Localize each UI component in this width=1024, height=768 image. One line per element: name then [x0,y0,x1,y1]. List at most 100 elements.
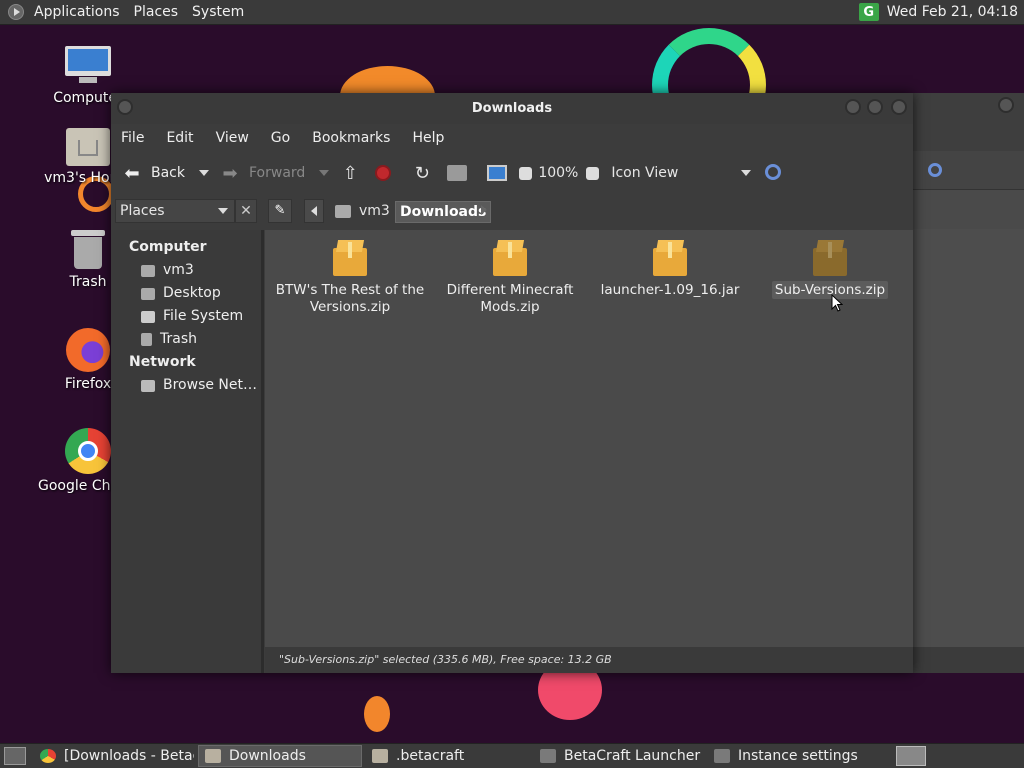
package-icon [333,240,367,276]
breadcrumb-label: vm3 [359,203,390,219]
edit-location-button[interactable]: ✎ [268,199,292,223]
taskbar-item[interactable]: BetaCraft Launcher … [534,745,704,767]
close-button[interactable] [891,99,907,115]
sidebar-section-computer: Computer [129,239,207,255]
bottom-taskbar: [Downloads - Betac… Downloads .betacraft… [0,743,1024,768]
file-name: Sub-Versions.zip [771,281,889,299]
taskbar-item-label: [Downloads - Betac… [64,748,194,764]
drive-icon [141,310,155,323]
clock-area: G Wed Feb 21, 04:18 [858,0,1018,24]
taskbar-item[interactable]: [Downloads - Betac… [34,745,194,767]
sidebar-item-vm3[interactable]: vm3 [111,259,261,282]
sidebar-item-label: Desktop [163,285,221,301]
sidebar-item-label: Trash [160,331,197,347]
sidebar-section-network: Network [129,354,196,370]
back-button[interactable]: ⬅ Back [121,162,185,184]
reload-icon[interactable]: ↻ [411,162,433,184]
sidebar-item-desktop[interactable]: Desktop [111,282,261,305]
breadcrumb-scroll-left-button[interactable] [304,199,324,223]
file-item-selected[interactable]: Sub-Versions.zip [750,232,910,299]
chrome-icon [40,749,56,763]
taskbar-item-label: .betacraft [396,748,465,764]
breadcrumb-scroll-right-button[interactable] [481,205,487,215]
menu-help[interactable]: Help [412,130,444,146]
forward-button[interactable]: ➡ Forward [219,162,305,184]
package-icon [493,240,527,276]
background-window-button[interactable] [998,97,1014,113]
folder-icon [372,749,388,763]
home-icon[interactable] [447,165,468,181]
places-menu[interactable]: Places [134,4,179,20]
computer-icon [65,46,111,86]
system-menu[interactable]: System [192,4,244,20]
taskbar-item[interactable]: Instance settings [708,745,872,767]
file-item[interactable]: BTW's The Rest of the Versions.zip [270,232,430,316]
package-icon [813,240,847,276]
taskbar-item-active[interactable]: Downloads [198,745,362,767]
background-window-body [900,229,1024,647]
view-mode-dropdown[interactable] [741,170,751,176]
top-panel: Applications Places System G Wed Feb 21,… [0,0,1024,25]
window-title: Downloads [471,101,553,116]
menu-view[interactable]: View [216,130,249,146]
file-item[interactable]: launcher-1.09_16.jar [590,232,750,299]
view-mode-select[interactable]: Icon View [611,165,678,181]
minimize-button[interactable] [845,99,861,115]
file-item[interactable]: Different Minecraft Mods.zip [430,232,590,316]
show-desktop-button[interactable] [4,747,26,765]
file-name: Different Minecraft Mods.zip [446,282,574,315]
background-window-toolbar [900,151,1024,190]
back-history-dropdown[interactable] [199,170,209,176]
menu-file[interactable]: File [121,130,144,146]
search-icon[interactable] [928,163,942,177]
chrome-icon [65,428,111,474]
breadcrumb-downloads[interactable]: Downloads [395,201,492,223]
zoom-in-icon[interactable] [586,166,600,180]
location-bar: Places ✕ ✎ vm3 Downloads [111,194,913,230]
trash-icon [141,333,152,346]
taskbar-item-label: BetaCraft Launcher … [564,748,704,764]
up-arrow-icon[interactable]: ⇧ [339,162,361,184]
back-label: Back [151,165,185,181]
zoom-out-icon[interactable] [519,166,533,180]
java-app-icon [540,749,556,763]
window-titlebar[interactable]: Downloads [111,93,913,124]
background-window[interactable] [900,93,1024,673]
applications-logo-icon[interactable] [8,4,24,20]
menu-go[interactable]: Go [271,130,290,146]
forward-arrow-icon: ➡ [222,162,238,184]
maximize-button[interactable] [867,99,883,115]
file-icon-view[interactable]: BTW's The Rest of the Versions.zip Diffe… [265,230,913,647]
home-folder-icon [66,128,110,166]
sidebar-item-browse-network[interactable]: Browse Net… [111,374,261,397]
places-sidebar: Computer vm3 Desktop File System Trash N… [111,230,264,673]
sidebar-close-button[interactable]: ✕ [235,199,257,223]
background-window-titlebar [900,93,1024,151]
background-window-status [900,647,1024,673]
workspace-switcher[interactable] [896,746,926,766]
status-bar: "Sub-Versions.zip" selected (335.6 MB), … [265,647,913,673]
applications-menu[interactable]: Applications [34,4,120,20]
breadcrumb-vm3[interactable]: vm3 [329,199,396,223]
sidebar-item-trash[interactable]: Trash [111,328,261,351]
window-menu-button[interactable] [117,99,133,115]
sidebar-item-file-system[interactable]: File System [111,305,261,328]
file-name: launcher-1.09_16.jar [600,282,740,298]
sidebar-item-label: Browse Net… [163,377,258,393]
sidebar-places-dropdown[interactable]: Places [115,199,235,223]
home-folder-icon [141,264,155,277]
computer-small-icon[interactable] [487,165,508,181]
tray-g-icon[interactable]: G [858,3,879,21]
firefox-icon [66,328,110,372]
forward-history-dropdown[interactable] [319,170,330,176]
clock[interactable]: Wed Feb 21, 04:18 [887,4,1018,20]
menu-edit[interactable]: Edit [166,130,193,146]
menu-bookmarks[interactable]: Bookmarks [312,130,390,146]
file-name: BTW's The Rest of the Versions.zip [275,282,425,315]
taskbar-item[interactable]: .betacraft [366,745,530,767]
zoom-level[interactable]: 100% [538,165,578,181]
search-icon[interactable] [765,164,781,180]
stop-icon[interactable] [375,165,392,181]
taskbar-item-label: Instance settings [738,748,858,764]
back-arrow-icon: ⬅ [124,162,140,184]
